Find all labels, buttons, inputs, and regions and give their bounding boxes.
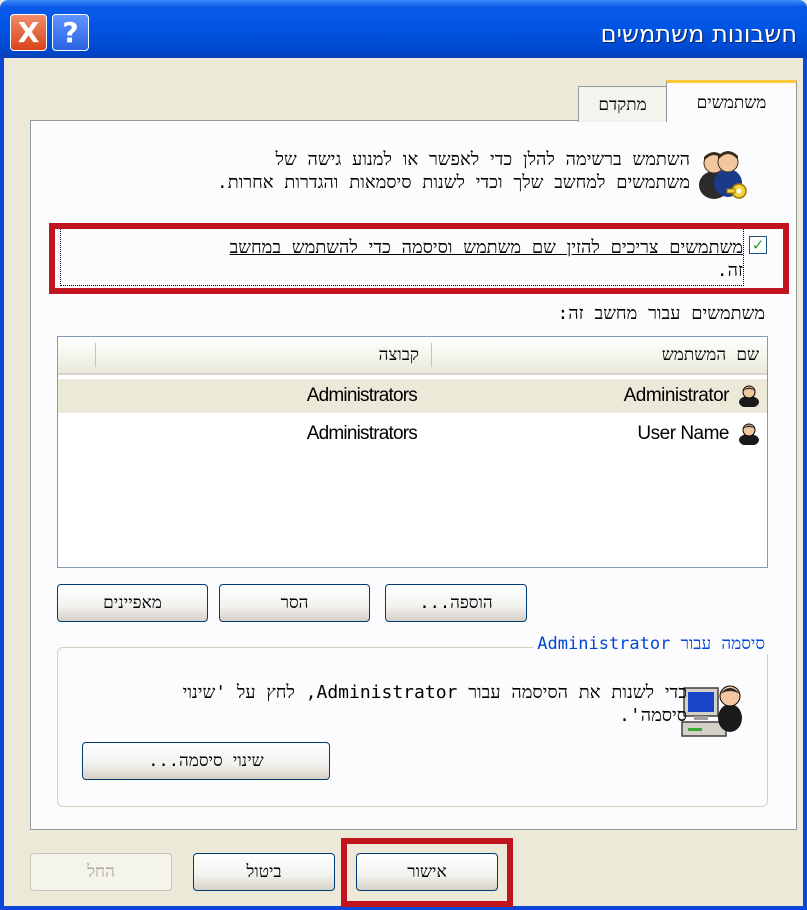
table-row[interactable]: Administrator Administrators [58,379,767,413]
user-icon [739,385,759,407]
users-key-icon [699,151,747,199]
properties-button[interactable]: מאפיינים [57,584,208,622]
column-header-username[interactable]: שם המשתמש [662,345,759,365]
properties-label: מאפיינים [103,593,162,613]
users-list[interactable]: שם המשתמש קבוצה Administrator Administra… [57,336,768,568]
change-password-label: שינוי סיסמה... [148,751,264,771]
close-icon: X [17,16,40,49]
user-icon [739,423,759,445]
column-separator[interactable] [95,343,96,367]
tab-advanced-label: מתקדם [598,94,647,115]
help-icon: ? [62,16,79,49]
add-user-label: הוספה... [419,593,493,613]
title-bar[interactable]: חשבונות משתמשים X ? [0,0,807,58]
intro-text-line1: השתמש ברשימה להלן כדי לאפשר או למנוע גיש… [275,149,690,170]
password-group-legend: סיסמה עבור Administrator [533,634,769,654]
user-group-cell: Administrators [306,423,418,444]
column-separator[interactable] [431,343,432,367]
list-header: שם המשתמש קבוצה [58,337,767,375]
window-border-right [803,58,807,910]
computer-user-icon [681,685,742,737]
tab-advanced[interactable]: מתקדם [578,86,667,122]
tab-users[interactable]: משתמשים [666,80,797,122]
password-text-line2: סיסמה'. [619,705,687,726]
highlight-box-ok [341,838,513,907]
window-border-left [0,58,4,910]
close-button[interactable]: X [10,14,47,51]
remove-user-button[interactable]: הסר [219,584,370,622]
apply-label: החל [87,862,115,882]
window-title: חשבונות משתמשים [600,20,797,48]
user-name-cell: User Name [637,423,729,444]
password-text-line1: כדי לשנות את הסיסמה עבור Administrator, … [182,682,687,703]
help-button[interactable]: ? [52,14,89,51]
highlight-box-checkbox [49,223,789,294]
table-row[interactable]: User Name Administrators [58,417,767,451]
password-groupbox [57,647,768,807]
add-user-button[interactable]: הוספה... [385,584,527,622]
user-name-cell: Administrator [623,385,730,406]
users-list-label: משתמשים עבור מחשב זה: [557,303,765,324]
change-password-button[interactable]: שינוי סיסמה... [82,742,330,780]
remove-user-label: הסר [280,593,309,613]
apply-button: החל [30,853,172,891]
intro-text-line2: משתמשים למחשב שלך וכדי לשנות סיסמאות והג… [216,172,690,193]
cancel-button[interactable]: ביטול [193,853,335,891]
cancel-label: ביטול [246,862,282,882]
tab-users-label: משתמשים [696,92,767,113]
column-header-group[interactable]: קבוצה [379,345,419,365]
user-group-cell: Administrators [306,385,418,406]
